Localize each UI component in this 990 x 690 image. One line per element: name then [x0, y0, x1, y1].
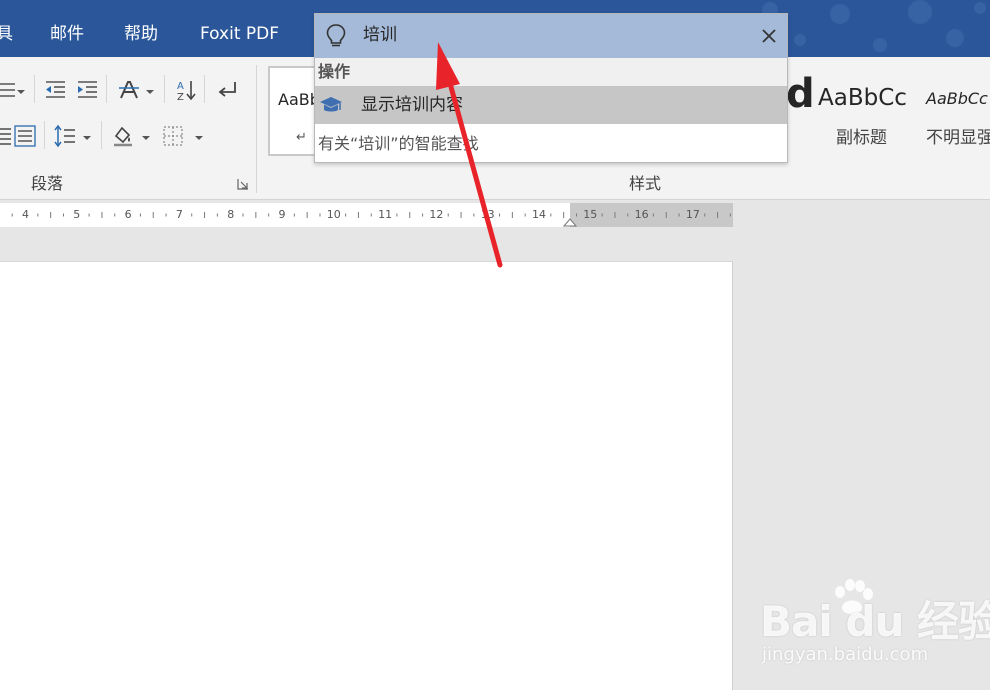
ruler-number: 16 [634, 208, 649, 221]
chinese-layout-icon[interactable] [116, 77, 142, 103]
right-indent-marker-icon[interactable] [563, 217, 577, 227]
menu-mailings-tab[interactable]: 邮件 [50, 22, 84, 46]
styles-group-label: 样式 [629, 174, 662, 193]
lightbulb-icon [326, 24, 346, 47]
ruler-number: 5 [73, 208, 81, 221]
ruler-number: 7 [175, 208, 183, 221]
chinese-layout-dropdown-icon[interactable] [145, 87, 155, 97]
tell-me-search-input[interactable]: 培训 [363, 22, 397, 48]
ruler-number: 17 [685, 208, 700, 221]
svg-text:Z: Z [177, 92, 184, 102]
ruler-number: 6 [124, 208, 132, 221]
style-title-sample[interactable]: d [786, 71, 815, 117]
borders-icon[interactable] [160, 123, 186, 149]
increase-indent-icon[interactable] [74, 77, 100, 103]
separator [101, 121, 102, 149]
separator [164, 75, 165, 103]
smart-lookup-label: 有关“培训”的智能查找 [318, 134, 479, 153]
horizontal-ruler[interactable]: 4 5 6 7 8 9 10 11 12 13 14 15 16 17 [0, 203, 733, 227]
tell-me-search-dropdown: 培训 操作 显示培训内容 有关“培训”的智能查找 [314, 13, 788, 163]
ruler-number: 4 [22, 208, 29, 221]
borders-dropdown-icon[interactable] [194, 133, 204, 143]
watermark-logo-text: Bai du 经验 [760, 597, 990, 646]
ruler-number: 8 [227, 208, 235, 221]
menu-help-tab[interactable]: 帮助 [124, 22, 158, 46]
distributed-align-icon[interactable] [12, 123, 38, 149]
line-spacing-dropdown-icon[interactable] [82, 133, 92, 143]
actions-section-header: 操作 [315, 58, 787, 86]
ruler-number: 15 [583, 208, 598, 221]
tell-me-search-box[interactable]: 培训 [315, 14, 787, 58]
style-normal-tile[interactable]: AaBb ↵ [268, 66, 320, 156]
graduation-cap-icon [320, 97, 342, 112]
ruler-number: 11 [378, 208, 393, 221]
paragraph-mark: ↵ [296, 130, 307, 145]
separator [44, 121, 45, 149]
ruler-ticks [11, 212, 731, 218]
show-formatting-marks-icon[interactable] [214, 77, 240, 103]
style-subtitle-sample[interactable]: AaBbCc [818, 85, 907, 111]
ruler-number: 14 [532, 208, 546, 221]
watermark-url: jingyan.baidu.com [762, 644, 929, 665]
show-training-label: 显示培训内容 [361, 95, 463, 115]
sort-icon[interactable]: AZ [173, 77, 199, 103]
separator [106, 75, 107, 103]
style-subtle-emphasis-name: 不明显强 [926, 128, 990, 148]
ruler-number: 9 [278, 208, 286, 221]
shading-dropdown-icon[interactable] [141, 133, 151, 143]
decrease-indent-icon[interactable] [42, 77, 68, 103]
paragraph-dialog-launcher-icon[interactable] [237, 178, 249, 190]
smart-lookup-item[interactable]: 有关“培训”的智能查找 [315, 126, 787, 162]
separator [34, 75, 35, 103]
show-training-result[interactable]: 显示培训内容 [315, 86, 787, 124]
line-spacing-icon[interactable] [52, 123, 78, 149]
svg-text:A: A [177, 81, 184, 92]
separator [204, 75, 205, 103]
ruler-number: 12 [429, 208, 444, 221]
paragraph-group-label: 段落 [31, 174, 64, 193]
ruler-number: 13 [480, 208, 495, 221]
menu-foxit-pdf-tab[interactable]: Foxit PDF [200, 22, 279, 46]
style-subtle-emphasis-sample[interactable]: AaBbCc [926, 89, 988, 108]
actions-section-label: 操作 [318, 62, 351, 81]
document-page[interactable] [0, 261, 733, 690]
close-icon[interactable] [759, 26, 779, 46]
style-subtitle-name: 副标题 [836, 128, 887, 148]
menu-tools-tab[interactable]: 具 [0, 22, 13, 46]
group-separator [256, 65, 257, 193]
baidu-jingyan-watermark: Bai du 经验 jingyan.baidu.com [760, 578, 990, 678]
shading-icon[interactable] [110, 123, 136, 149]
numbering-dropdown-icon[interactable] [16, 87, 26, 97]
ruler-number: 10 [326, 208, 341, 221]
